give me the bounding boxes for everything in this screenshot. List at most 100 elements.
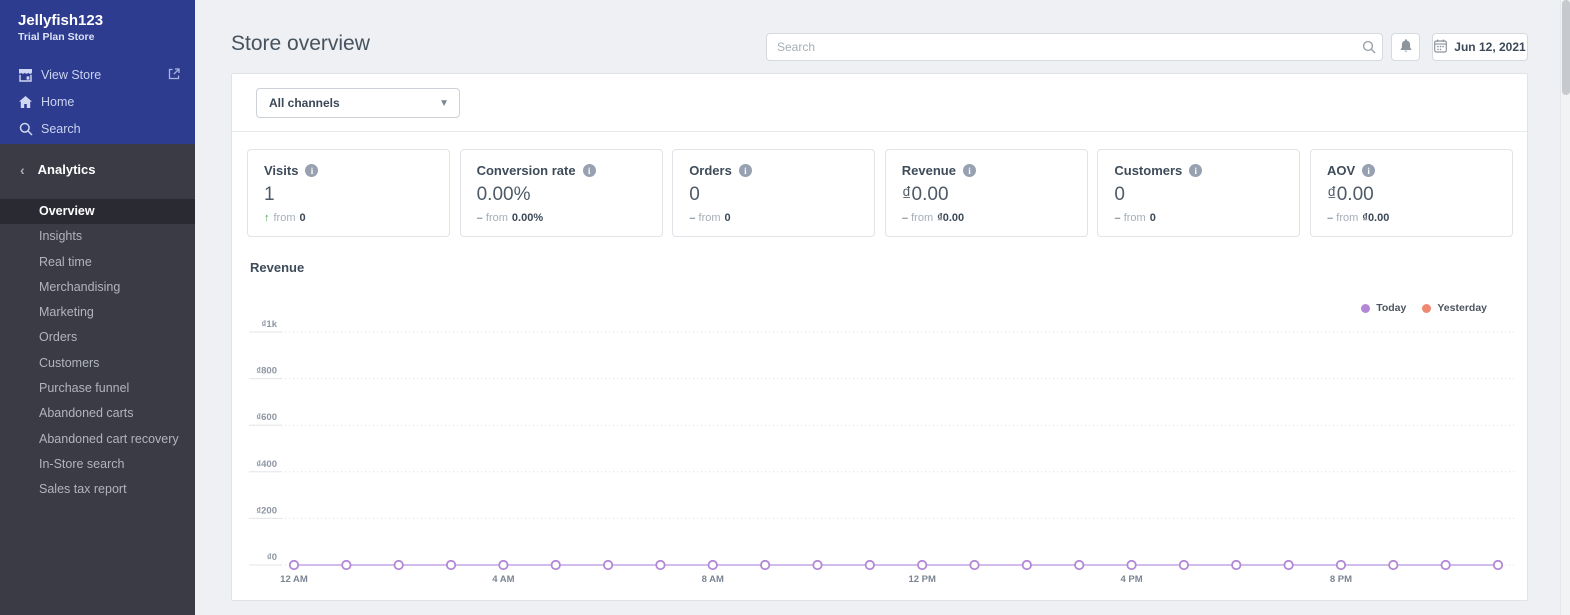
data-point-today[interactable] xyxy=(550,559,561,571)
notifications-button[interactable] xyxy=(1391,33,1420,61)
stat-compare: -- from 0 xyxy=(689,212,858,224)
trend-up-icon: ↑ xyxy=(264,212,270,224)
analytics-section-header[interactable]: ‹ Analytics xyxy=(0,144,195,177)
data-point-today[interactable] xyxy=(602,559,614,571)
info-icon[interactable]: i xyxy=(962,164,976,177)
data-point-today[interactable] xyxy=(1126,559,1137,571)
data-point-today[interactable] xyxy=(1388,559,1399,571)
data-point-today[interactable] xyxy=(812,559,823,571)
data-point-today[interactable] xyxy=(498,559,509,571)
store-plan-label: Trial Plan Store xyxy=(18,31,95,43)
data-point-today[interactable] xyxy=(1492,559,1504,571)
stat-card-revenue: Revenue i ₫0.00 -- from ₫0.00 xyxy=(884,149,1088,237)
info-icon[interactable]: i xyxy=(1189,164,1203,177)
data-point-today[interactable] xyxy=(1021,559,1032,571)
data-point-today[interactable] xyxy=(1440,559,1451,571)
sidebar-main-nav: View Store Home Search xyxy=(0,61,195,142)
compare-value: 0 xyxy=(724,212,731,224)
compare-value: 0 xyxy=(1149,212,1156,224)
data-point-today[interactable] xyxy=(917,559,928,571)
stat-value: ₫0.00 xyxy=(1326,184,1374,205)
sidebar-analytics-section: ‹ Analytics Overview Insights Real time Mer… xyxy=(0,144,195,503)
stat-compare: ↑ from 0 xyxy=(264,212,433,224)
data-point-today[interactable] xyxy=(341,559,352,571)
menu-item-merchandising[interactable]: Merchandising xyxy=(0,275,195,300)
y-axis-tick-label: ₫400 xyxy=(256,459,277,470)
compare-value: ₫0.00 xyxy=(937,212,965,224)
stats-row: Visits i 1 ↑ from 0 Conversion rate i 0.00% -- fro… xyxy=(247,149,1513,237)
info-icon[interactable]: i xyxy=(582,164,596,177)
compare-value: ₫0.00 xyxy=(1362,212,1390,224)
chart-title: Revenue xyxy=(250,260,305,275)
menu-item-abandoned-cart-recovery[interactable]: Abandoned cart recovery xyxy=(0,427,195,452)
bell-icon xyxy=(1399,38,1413,56)
stat-label: Conversion rate xyxy=(476,163,576,178)
data-point-today[interactable] xyxy=(1231,559,1242,571)
stat-value: 0 xyxy=(689,184,700,205)
menu-item-overview[interactable]: Overview xyxy=(0,199,195,225)
sidebar-item-view-store[interactable]: View Store xyxy=(0,61,195,88)
compare-from-label: from xyxy=(1123,212,1146,224)
sidebar-store-header: Jellyfish123 Trial Plan Store View Store… xyxy=(0,0,195,144)
data-point-today[interactable] xyxy=(1178,559,1190,571)
y-axis-tick-label: ₫200 xyxy=(256,505,277,516)
trend-flat-icon: -- xyxy=(476,212,483,224)
compare-from-label: from xyxy=(1336,212,1359,224)
stat-card-customers: Customers i 0 -- from 0 xyxy=(1097,149,1301,237)
search-icon[interactable] xyxy=(1356,40,1382,54)
info-icon[interactable]: i xyxy=(305,164,319,177)
date-label: Jun 12, 2021 xyxy=(1454,40,1526,54)
menu-item-real-time[interactable]: Real time xyxy=(0,250,195,275)
store-overview-card: All channels ▼ Visits i 1 ↑ from 0 Conversion … xyxy=(231,73,1528,601)
chevron-down-icon: ▼ xyxy=(439,97,449,109)
revenue-line-chart: ₫0 ₫200 ₫400 ₫600 ₫800 ₫1k 12 AM 4 AM 8 AM 12 PM 4… xyxy=(249,319,1517,585)
stat-card-aov: AOV i ₫0.00 -- from ₫0.00 xyxy=(1309,149,1513,237)
menu-item-purchase-funnel[interactable]: Purchase funnel xyxy=(0,376,195,401)
menu-item-abandoned-carts[interactable]: Abandoned carts xyxy=(0,401,195,426)
data-point-today[interactable] xyxy=(707,559,718,571)
vertical-scrollbar[interactable] xyxy=(1560,0,1570,615)
compare-from-label: from xyxy=(273,212,296,224)
search-input[interactable] xyxy=(767,40,1356,54)
storefront-icon xyxy=(18,67,33,82)
data-point-today[interactable] xyxy=(1283,559,1294,571)
stat-value: 0 xyxy=(1114,184,1125,205)
x-axis-tick-label: 8 PM xyxy=(1330,574,1352,585)
compare-value: 0.00% xyxy=(511,212,544,224)
chevron-left-icon[interactable]: ‹ xyxy=(20,163,25,177)
stat-label: Visits xyxy=(264,163,299,178)
menu-item-customers[interactable]: Customers xyxy=(0,351,195,376)
menu-item-insights[interactable]: Insights xyxy=(0,224,195,249)
data-point-today[interactable] xyxy=(655,559,666,571)
data-point-today[interactable] xyxy=(760,559,771,571)
compare-from-label: from xyxy=(911,212,934,224)
info-icon[interactable]: i xyxy=(1362,164,1376,177)
menu-item-orders[interactable]: Orders xyxy=(0,325,195,350)
data-point-today[interactable] xyxy=(969,559,980,571)
date-picker-button[interactable]: Jun 12, 2021 xyxy=(1432,33,1528,61)
channels-filter-bar: All channels ▼ xyxy=(232,74,1527,132)
data-point-today[interactable] xyxy=(445,559,457,571)
x-axis-tick-label: 8 AM xyxy=(702,574,724,585)
x-axis-tick-label: 12 AM xyxy=(280,574,308,585)
sidebar-item-search[interactable]: Search xyxy=(0,115,195,142)
data-point-today[interactable] xyxy=(393,559,404,571)
data-point-today[interactable] xyxy=(288,559,300,571)
data-point-today[interactable] xyxy=(864,559,875,571)
channel-select[interactable]: All channels ▼ xyxy=(256,88,460,118)
menu-item-in-store-search[interactable]: In-Store search xyxy=(0,452,195,477)
external-link-icon[interactable] xyxy=(168,68,181,81)
stat-label: Revenue xyxy=(901,163,956,178)
home-icon xyxy=(18,94,33,109)
x-axis-tick-label: 4 AM xyxy=(492,574,514,585)
x-axis-tick-label: 12 PM xyxy=(908,574,936,585)
scrollbar-thumb[interactable] xyxy=(1562,0,1570,95)
data-point-today[interactable] xyxy=(1335,559,1347,571)
menu-item-sales-tax-report[interactable]: Sales tax report xyxy=(0,477,195,502)
data-point-today[interactable] xyxy=(1074,559,1085,571)
sidebar-item-home[interactable]: Home xyxy=(0,88,195,115)
sidebar-item-label: View Store xyxy=(41,67,102,82)
stat-value: 1 xyxy=(264,184,275,205)
menu-item-marketing[interactable]: Marketing xyxy=(0,300,195,325)
info-icon[interactable]: i xyxy=(738,164,752,177)
